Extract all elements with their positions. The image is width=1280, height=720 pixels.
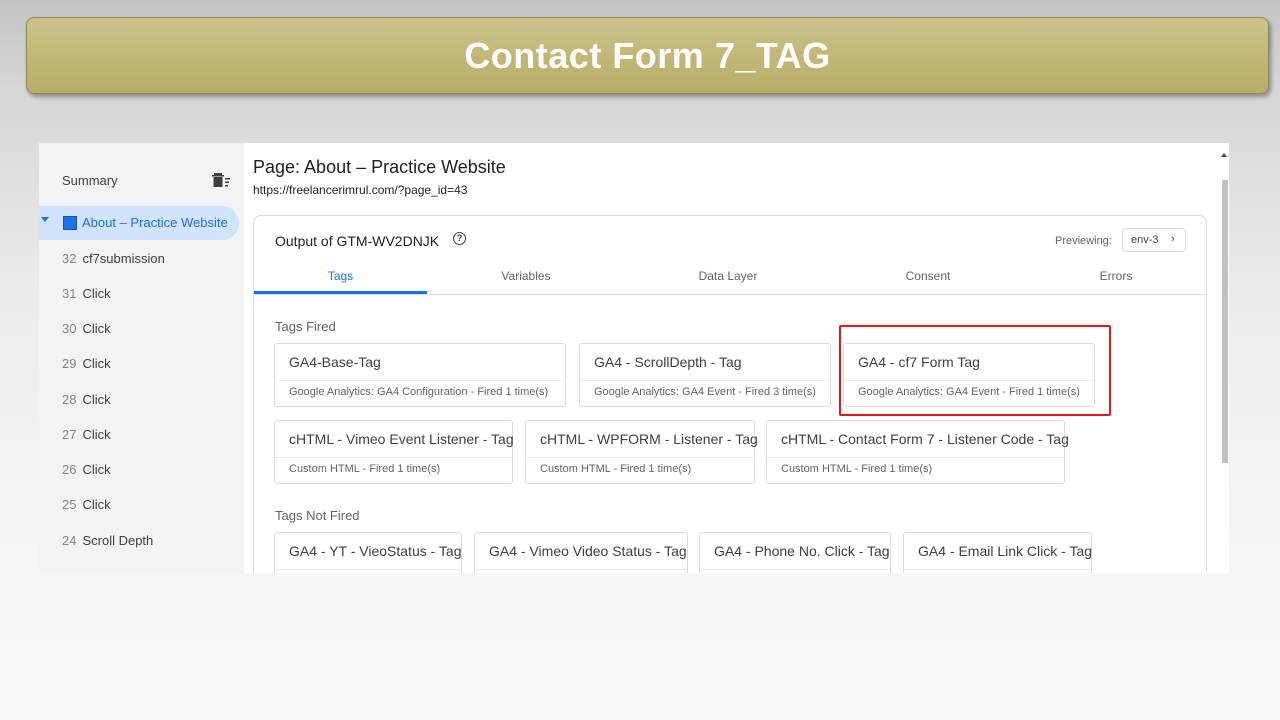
divider xyxy=(700,569,890,570)
tag-name: GA4 - Phone No. Click - Tag xyxy=(714,543,890,559)
sidebar-item-active-page[interactable]: About – Practice Website xyxy=(39,206,239,240)
tag-card-fired[interactable]: GA4-Base-Tag Google Analytics: GA4 Confi… xyxy=(274,343,566,407)
highlight-box xyxy=(839,325,1111,416)
sidebar-item[interactable]: 29 Click xyxy=(62,356,111,371)
divider xyxy=(275,457,512,458)
tag-card-fired[interactable]: cHTML - WPFORM - Listener - Tag Custom H… xyxy=(525,420,758,484)
event-number: 31 xyxy=(62,286,77,301)
tag-status: Custom HTML - Fired 1 time(s) xyxy=(781,463,933,475)
event-number: 28 xyxy=(62,392,77,407)
event-label: Click xyxy=(82,286,111,301)
tag-status: Google Analytics: GA4 Configuration - Fi… xyxy=(289,386,549,398)
tag-card-fired[interactable]: GA4 - ScrollDepth - Tag Google Analytics… xyxy=(579,343,831,407)
divider xyxy=(275,380,565,381)
output-tabs: Tags Variables Data Layer Consent Errors xyxy=(254,260,1206,295)
sidebar-active-label: About – Practice Website xyxy=(82,215,228,230)
sidebar-item[interactable]: 28 Click xyxy=(62,392,111,407)
tag-name: cHTML - WPFORM - Listener - Tag xyxy=(540,431,758,447)
event-number: 30 xyxy=(62,321,77,336)
tags-fired-heading: Tags Fired xyxy=(275,319,336,334)
sidebar-item[interactable]: 32 cf7submission xyxy=(62,251,165,266)
tag-card-not-fired[interactable]: GA4 - Email Link Click - Tag xyxy=(903,532,1092,573)
tag-card-not-fired[interactable]: GA4 - Vimeo Video Status - Tag xyxy=(474,532,688,573)
tag-status: Custom HTML - Fired 1 time(s) xyxy=(289,463,441,475)
tab-consent[interactable]: Consent xyxy=(878,269,978,283)
tag-name: cHTML - Vimeo Event Listener - Tag xyxy=(289,431,514,447)
slide-title: Contact Form 7_TAG xyxy=(464,34,831,76)
tag-card-fired[interactable]: cHTML - Contact Form 7 - Listener Code -… xyxy=(766,420,1069,484)
sidebar-item[interactable]: 25 Click xyxy=(62,497,111,512)
tag-name: GA4-Base-Tag xyxy=(289,354,381,370)
help-icon[interactable]: ? xyxy=(453,232,466,245)
sidebar-item[interactable]: 27 Click xyxy=(62,427,111,442)
tab-tags[interactable]: Tags xyxy=(254,269,427,283)
tag-name: GA4 - YT - VieoStatus - Tag xyxy=(289,543,462,559)
divider xyxy=(475,569,687,570)
page-url: https://freelancerimrul.com/?page_id=43 xyxy=(253,183,468,197)
sidebar-item[interactable]: 24 Scroll Depth xyxy=(62,533,153,548)
event-number: 26 xyxy=(62,462,77,477)
expand-caret-icon[interactable] xyxy=(41,217,49,222)
tag-card-not-fired[interactable]: GA4 - Phone No. Click - Tag xyxy=(699,532,891,573)
sidebar-item[interactable]: 31 Click xyxy=(62,286,111,301)
event-label: cf7submission xyxy=(82,251,165,266)
event-label: Click xyxy=(82,462,111,477)
event-label: Click xyxy=(82,497,111,512)
divider xyxy=(580,380,830,381)
previewing-label: Previewing: xyxy=(1055,235,1112,247)
chevron-right-icon: › xyxy=(1171,233,1175,245)
tag-assistant-screenshot: Summary About – Practice Website 32 cf7su… xyxy=(39,143,1229,573)
tab-errors[interactable]: Errors xyxy=(1066,269,1166,283)
event-number: 32 xyxy=(62,251,77,266)
tab-variables[interactable]: Variables xyxy=(476,269,576,283)
tag-name: GA4 - Vimeo Video Status - Tag xyxy=(489,543,687,559)
sidebar-summary[interactable]: Summary xyxy=(62,173,118,188)
tag-card-not-fired[interactable]: GA4 - YT - VieoStatus - Tag xyxy=(274,532,462,573)
delete-all-icon[interactable] xyxy=(211,172,231,188)
event-number: 27 xyxy=(62,427,77,442)
page-icon xyxy=(63,216,77,230)
event-number: 24 xyxy=(62,533,77,548)
tag-card-fired[interactable]: cHTML - Vimeo Event Listener - Tag Custo… xyxy=(274,420,514,484)
event-label: Click xyxy=(82,321,111,336)
event-label: Click xyxy=(82,356,111,371)
sidebar: Summary About – Practice Website 32 cf7su… xyxy=(39,143,244,573)
sidebar-item[interactable]: 30 Click xyxy=(62,321,111,336)
environment-label: env-3 xyxy=(1131,234,1159,246)
active-tab-indicator xyxy=(254,291,427,294)
tab-data-layer[interactable]: Data Layer xyxy=(678,269,778,283)
sidebar-item[interactable]: 26 Click xyxy=(62,462,111,477)
tag-status: Google Analytics: GA4 Event - Fired 3 ti… xyxy=(594,386,816,398)
divider xyxy=(904,569,1091,570)
event-label: Click xyxy=(82,427,111,442)
slide-title-banner: Contact Form 7_TAG xyxy=(26,17,1269,94)
divider xyxy=(526,457,754,458)
page-title: Page: About – Practice Website xyxy=(253,157,506,177)
divider xyxy=(767,457,1064,458)
tag-name: GA4 - ScrollDepth - Tag xyxy=(594,354,742,370)
event-number: 25 xyxy=(62,497,77,512)
tag-status: Custom HTML - Fired 1 time(s) xyxy=(540,463,692,475)
event-number: 29 xyxy=(62,356,77,371)
scroll-up-arrow-icon[interactable] xyxy=(1221,153,1227,157)
divider xyxy=(275,569,461,570)
environment-button[interactable]: env-3 › xyxy=(1122,228,1186,252)
tag-name: GA4 - Email Link Click - Tag xyxy=(918,543,1093,559)
tags-not-fired-heading: Tags Not Fired xyxy=(275,508,360,523)
event-label: Click xyxy=(82,392,111,407)
output-title: Output of GTM-WV2DNJK xyxy=(275,233,440,249)
tag-name: cHTML - Contact Form 7 - Listener Code -… xyxy=(781,431,1069,447)
event-label: Scroll Depth xyxy=(82,533,154,548)
scrollbar[interactable] xyxy=(1222,180,1228,463)
